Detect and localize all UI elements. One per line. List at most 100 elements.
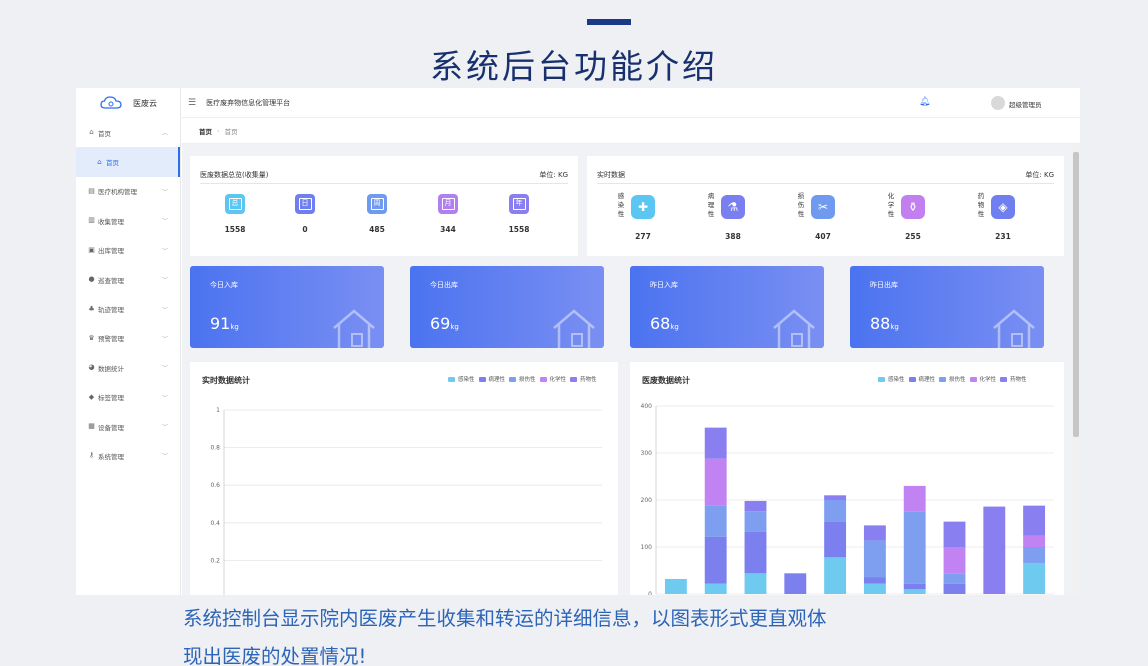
realtime-chart-card: 实时数据统计 感染性 病理性 损伤性 化学性 药物性 0 0.2 0.4 0.6 0.8 1 [190,362,618,595]
y-tick-label: 100 [641,544,653,551]
y-tick-label: 0.4 [210,520,220,527]
bar-segment [824,495,847,500]
realtime-stat: 病理性 ⚗ 388 [707,192,787,241]
logo: 医废云 [76,88,180,118]
realtime-stat-value: 388 [725,232,741,241]
flow-card-number: 88 [870,314,891,333]
sidebar-item[interactable]: ▤ 医疗机构管理 ﹀ [76,177,180,206]
sidebar-item-label: 首页 [98,129,111,138]
flow-card-label: 昨日出库 [870,281,898,289]
overview-stat: 月 344 [428,194,468,234]
icon-glyph: ⚗ [727,200,739,214]
chevron-down-icon: ﹀ [161,365,168,373]
caption: 系统控制台显示院内医废产生收集和转运的详细信息，以图表形式更直观体 现出医废的处… [183,600,1083,666]
sidebar-item-label: 数据统计 [98,364,124,373]
realtime-stat-label: 感染性 [617,192,625,218]
sidebar-item[interactable]: ▥ 收集管理 ﹀ [76,206,180,235]
flow-card-label: 今日出库 [430,281,458,289]
top-header: ☰ 医疗废弃物信息化管理平台 🔔︎ 超级管理员 [182,88,1080,118]
icon-glyph: ◈ [998,200,1008,214]
overview-stat-value: 485 [369,225,385,234]
breadcrumb-separator-icon: › [217,126,220,135]
y-tick-label: 300 [641,450,653,457]
bar-segment [744,511,767,532]
bar-segment [903,583,926,590]
calendar-glyph: 总 [228,198,242,210]
realtime-stat-value: 231 [995,232,1011,241]
y-tick-label: 200 [641,497,653,504]
overview-unit: 单位: KG [539,171,568,179]
menu-toggle-icon[interactable]: ☰ [188,98,196,108]
caption-line-1: 系统控制台显示院内医废产生收集和转运的详细信息，以图表形式更直观体 [183,607,827,630]
bar-segment [1023,505,1046,536]
calendar-icon: 总 [225,194,245,214]
scrollbar[interactable] [1072,144,1080,595]
flow-card-unit: kg [230,323,239,331]
sidebar-item[interactable]: ⌂ 首页 [76,147,180,177]
divider [200,183,568,184]
sidebar-item-label: 首页 [106,159,119,168]
microscope-icon: ⚗ [721,195,745,219]
bar-segment [903,589,926,594]
waste-chart-card: 医废数据统计 感染性 病理性 损伤性 化学性 药物性 0 100 200 300 400 [630,362,1064,595]
sidebar-item-label: 设备管理 [98,423,124,432]
bar-segment [704,505,727,537]
bar-segment [824,521,847,558]
sidebar-item[interactable]: ◕ 数据统计 ﹀ [76,353,180,382]
realtime-stat: 化学性 ⚱ 255 [887,192,967,241]
bar-segment [704,583,727,594]
realtime-stat-value: 255 [905,232,921,241]
calendar-icon: 月 [438,194,458,214]
home-icon: ⌂ [97,157,102,166]
sidebar-item[interactable]: ⌂ 首页 ︿ [76,118,180,147]
device-icon: ▦ [88,422,95,431]
chevron-down-icon: ﹀ [161,218,168,226]
realtime-stat-value: 277 [635,232,651,241]
bar-segment [744,531,767,574]
bar-segment [943,573,966,584]
scrollbar-thumb[interactable] [1073,152,1079,437]
sidebar-item-label: 标签管理 [98,394,124,403]
overview-stat: 周 485 [357,194,397,234]
patrol-icon: ● [88,275,95,284]
bar-segment [943,583,966,594]
bell-icon[interactable]: 🔔︎ [919,97,930,107]
sidebar-item[interactable]: ▦ 设备管理 ﹀ [76,412,180,441]
sidebar-item[interactable]: ◆ 标签管理 ﹀ [76,383,180,412]
breadcrumb-root[interactable]: 首页 [199,126,212,136]
sidebar-item[interactable]: ● 巡查管理 ﹀ [76,265,180,294]
chevron-down-icon: ﹀ [161,247,168,255]
user-name[interactable]: 超级管理员 [1009,99,1042,109]
caption-line-2: 现出医废的处置情况! [183,645,367,666]
chevron-down-icon: ﹀ [161,277,168,285]
flow-card-label: 今日入库 [210,281,238,289]
bar-segment [863,577,886,584]
overview-stat: 总 1558 [215,194,255,234]
sidebar-item[interactable]: ♛ 预警管理 ﹀ [76,324,180,353]
flow-card-value: 68kg [650,314,679,333]
realtime-stat-label: 药物性 [977,192,985,218]
sidebar-item-label: 预警管理 [98,335,124,344]
icon-glyph: ⚱ [907,200,919,214]
calendar-icon: 日 [295,194,315,214]
sidebar-item[interactable]: ♣ 轨迹管理 ﹀ [76,294,180,323]
realtime-stat: 药物性 ◈ 231 [977,192,1057,241]
flow-card-number: 91 [210,314,231,333]
bar-segment [1023,535,1046,547]
main-content: 医废数据总览(收集量) 单位: KG 总 1558 日 0 周 485 月 344 年 1558 … [182,144,1080,595]
building-icon: ▤ [88,186,95,195]
sidebar-item-label: 医疗机构管理 [98,188,137,197]
page-title: 系统后台功能介绍 [430,47,718,86]
warehouse-icon [553,309,595,348]
realtime-stat-label: 病理性 [707,192,715,218]
calendar-glyph: 年 [512,198,526,210]
avatar[interactable] [991,96,1005,110]
bar-segment [1023,547,1046,563]
stats-icon: ◕ [88,363,95,372]
sidebar-item[interactable]: ⚷ 系统管理 ﹀ [76,441,180,470]
sidebar-item[interactable]: ▣ 出库管理 ﹀ [76,236,180,265]
chevron-down-icon: ﹀ [161,453,168,461]
divider [597,183,1054,184]
scissors-icon: ✂ [811,195,835,219]
flow-card-unit: kg [670,323,679,331]
